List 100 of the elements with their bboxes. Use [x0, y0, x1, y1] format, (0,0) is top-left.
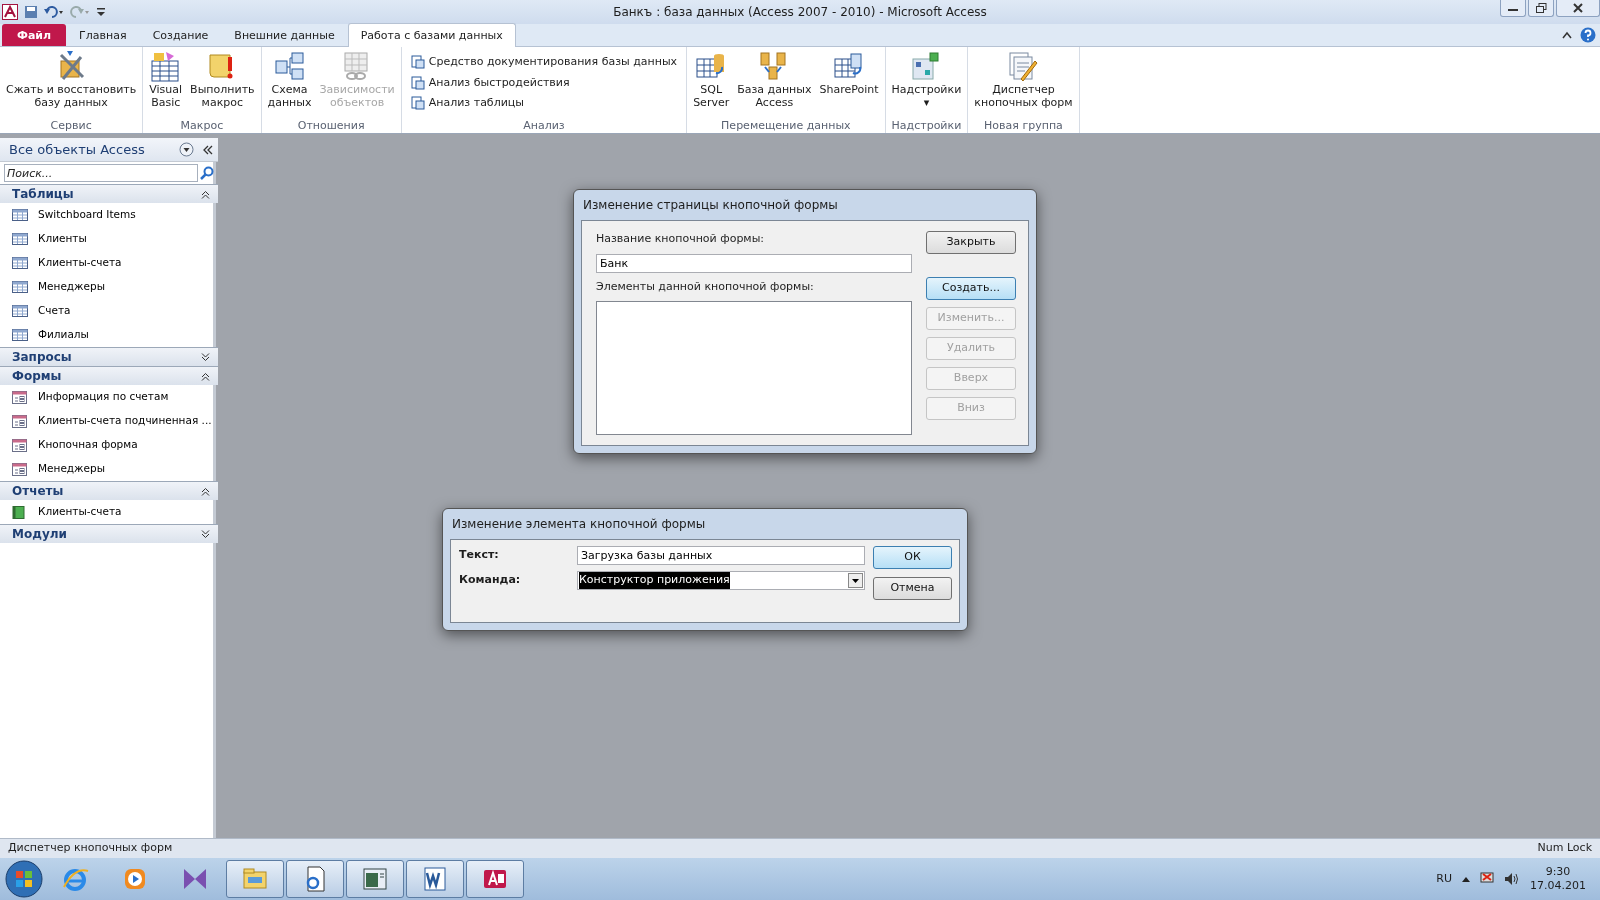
group-header[interactable]: Формы [0, 366, 218, 385]
dropdown-icon[interactable] [178, 142, 194, 157]
nav-item[interactable]: Клиенты [0, 227, 218, 251]
group-label: Надстройки [890, 118, 963, 133]
dropdown-icon[interactable] [848, 573, 863, 588]
taskbar-button[interactable] [466, 860, 524, 898]
table-icon [12, 208, 28, 222]
group-label: Перемещение данных [720, 118, 852, 133]
taskbar-button[interactable] [226, 860, 284, 898]
diagram-icon [273, 51, 306, 83]
group-label: Отношения [296, 118, 366, 133]
nav-item[interactable]: Менеджеры [0, 275, 218, 299]
restore-icon [1535, 3, 1547, 13]
nav-item[interactable]: Информация по счетам [0, 385, 218, 409]
field-label: Элементы данной кнопочной формы: [596, 278, 815, 295]
nav-item[interactable]: Switchboard Items [0, 203, 218, 227]
network-icon[interactable] [1480, 872, 1494, 886]
group-label: Макрос [179, 118, 225, 133]
form-icon [12, 462, 28, 476]
save-icon[interactable] [24, 5, 38, 19]
form-icon [12, 390, 28, 404]
ribbon-tab[interactable]: Создание [139, 24, 222, 46]
ribbon-button[interactable]: Visual Basic [146, 49, 186, 118]
text-field[interactable]: Загрузка базы данных [577, 546, 865, 565]
nav-item[interactable]: Клиенты-счета подчиненная ... [0, 409, 218, 433]
app-logo-icon [2, 4, 18, 20]
list-box[interactable] [596, 301, 912, 435]
ribbon-button[interactable]: Сжать и восстановить базу данных [3, 49, 140, 118]
nav-item[interactable]: Филиалы [0, 323, 218, 347]
dialog-button[interactable]: Создать... [926, 277, 1016, 300]
nav-item[interactable]: Кнопочная форма [0, 433, 218, 457]
ribbon-button[interactable]: SQL Server [690, 49, 733, 118]
group-label: Новая группа [983, 118, 1064, 133]
ribbon-button[interactable]: SharePoint [816, 49, 882, 118]
clock[interactable]: 9:30 17.04.201 [1530, 865, 1586, 893]
form-icon [12, 414, 28, 428]
taskbar-button[interactable] [406, 860, 464, 898]
ribbon-button[interactable]: Схема данных [264, 49, 315, 118]
volume-icon[interactable] [1504, 872, 1520, 886]
status-text: Num Lock [1537, 840, 1592, 857]
field-label: Текст: [459, 547, 500, 564]
table-icon [12, 280, 28, 294]
help-icon[interactable] [1580, 27, 1596, 43]
dialog-button[interactable]: Отмена [873, 577, 952, 600]
ribbon-tab[interactable]: Внешние данные [221, 24, 348, 46]
window-title: Банкъ : база данных (Access 2007 - 2010) - Microsoft Access [613, 4, 987, 21]
table-icon [12, 232, 28, 246]
ribbon-button[interactable]: Надстройки ▾ [888, 49, 965, 118]
customize-icon[interactable] [96, 5, 106, 19]
dialog-title: Изменение элемента кнопочной формы [451, 516, 707, 533]
dialog-button[interactable]: ОК [873, 546, 952, 569]
nav-item[interactable]: Счета [0, 299, 218, 323]
combo-box[interactable]: Конструктор приложения [577, 571, 865, 590]
field-label: Название кнопочной формы: [596, 231, 766, 247]
expand-icon [200, 529, 210, 539]
expand-icon [200, 352, 210, 362]
close-icon [1573, 3, 1583, 13]
language-indicator[interactable]: RU [1436, 870, 1452, 888]
ribbon-tab[interactable]: Работа с базами данных [347, 23, 516, 47]
ribbon-tab[interactable]: Главная [66, 24, 140, 46]
ribbon-button[interactable]: Диспетчер кнопочных форм [971, 49, 1076, 118]
status-text: Диспетчер кнопочных форм [8, 840, 173, 857]
search-field[interactable]: Поиск... [4, 164, 198, 182]
word-icon [421, 865, 449, 893]
field-label: Команда: [459, 572, 522, 589]
taskbar-button[interactable] [346, 860, 404, 898]
search-icon[interactable] [199, 166, 214, 180]
taskbar-button[interactable] [286, 860, 344, 898]
show-hidden-icon[interactable] [1462, 876, 1470, 882]
file-tab[interactable]: Файл [2, 24, 67, 46]
ribbon-button[interactable]: Выполнить макрос [187, 49, 258, 118]
ribbon-button[interactable]: Анализ быстродействия [408, 73, 680, 92]
form-pencil-icon [1007, 51, 1040, 83]
collapse-pane-icon[interactable] [201, 144, 214, 155]
group-header[interactable]: Модули [0, 524, 218, 543]
group-header[interactable]: Отчеты [0, 481, 218, 500]
undo-icon[interactable] [44, 5, 64, 19]
nav-item[interactable]: Менеджеры [0, 457, 218, 481]
collapse-icon [200, 189, 210, 199]
window-icon [361, 865, 389, 893]
form-icon [12, 438, 28, 452]
nav-item[interactable]: Клиенты-счета [0, 500, 218, 524]
ribbon-button[interactable]: База данных Access [734, 49, 815, 118]
ribbon-button[interactable]: Анализ таблицы [408, 94, 680, 113]
text-field[interactable]: Банк [596, 253, 912, 273]
table-icon [12, 304, 28, 318]
group-header[interactable]: Запросы [0, 347, 218, 366]
collapse-ribbon-icon[interactable] [1562, 31, 1572, 39]
ribbon-button[interactable]: Средство документирования базы данных [408, 53, 680, 72]
table-icon [12, 256, 28, 270]
minimize-button[interactable] [1500, 0, 1526, 17]
start-button[interactable] [4, 859, 44, 899]
pane-title: Все объекты Access [9, 140, 146, 159]
dialog-button[interactable]: Закрыть [926, 231, 1016, 254]
group-header[interactable]: Таблицы [0, 184, 218, 203]
group-label: Сервис [49, 118, 93, 133]
restore-button[interactable] [1528, 0, 1554, 17]
close-button[interactable] [1556, 0, 1600, 17]
collapse-icon [200, 486, 210, 496]
nav-item[interactable]: Клиенты-счета [0, 251, 218, 275]
